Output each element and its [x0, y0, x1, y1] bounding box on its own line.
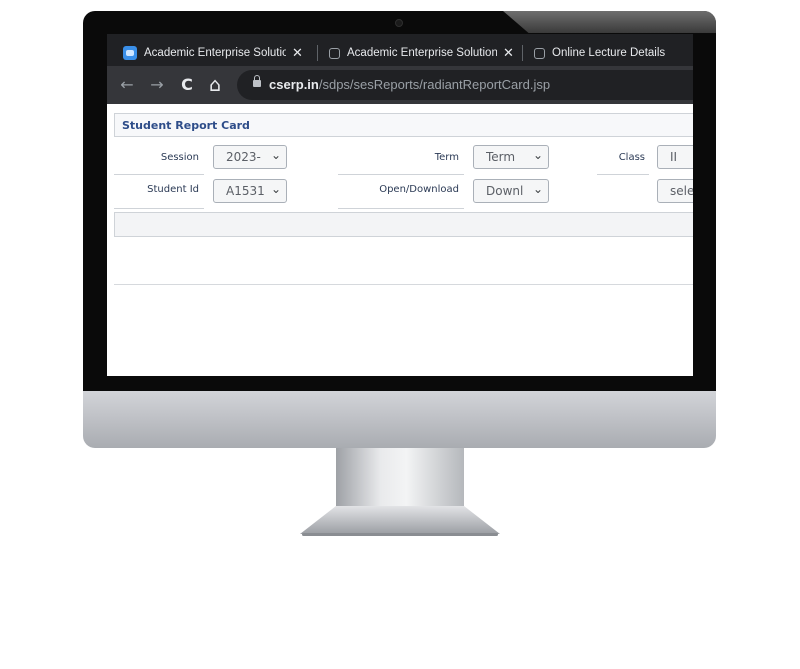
field-underline — [597, 174, 649, 175]
url-host: cserp.in — [269, 77, 319, 92]
stand-neck — [336, 448, 464, 508]
chevron-down-icon: ⌄ — [532, 148, 543, 162]
close-icon[interactable]: ✕ — [503, 45, 514, 61]
section-value: sele — [670, 184, 693, 198]
chevron-down-icon: ⌄ — [270, 182, 281, 196]
url-path: /sdps/sesReports/radiantReportCard.jsp — [318, 77, 551, 92]
bezel-reflection — [503, 11, 716, 33]
term-value: Term — [486, 150, 516, 164]
session-label: Session — [160, 152, 199, 163]
browser-toolbar: ← → C ⌂ cserp.in/sdps/sesReports/radiant… — [107, 66, 693, 104]
globe-icon — [534, 47, 545, 59]
section-select[interactable]: sele — [657, 179, 693, 203]
url-text: cserp.in/sdps/sesReports/radiantReportCa… — [269, 77, 550, 92]
stand-base-edge — [302, 533, 498, 536]
lock-icon — [253, 75, 261, 87]
tab-label: Academic Enterprise Solution — [347, 47, 497, 59]
term-select[interactable]: Term ⌄ — [473, 145, 549, 169]
content-divider — [114, 284, 693, 285]
camera-icon — [395, 19, 403, 27]
session-value: 2023- — [226, 150, 261, 164]
student-id-select[interactable]: A1531 ⌄ — [213, 179, 287, 203]
monitor-bezel: Academic Enterprise Solution ✕ Academic … — [83, 11, 716, 391]
tab-separator — [522, 45, 523, 61]
tab-label: Academic Enterprise Solution — [144, 47, 286, 59]
app-favicon-icon — [123, 46, 137, 60]
tab-separator — [317, 45, 318, 61]
open-download-select[interactable]: Downl ⌄ — [473, 179, 549, 203]
open-download-value: Downl — [486, 184, 524, 198]
report-card-page: Student Report Card Session 2023- ⌄ Term… — [107, 104, 693, 376]
forward-button[interactable]: → — [147, 75, 167, 95]
back-button[interactable]: ← — [117, 75, 137, 95]
close-icon[interactable]: ✕ — [292, 45, 303, 61]
field-underline — [338, 208, 464, 209]
reload-button[interactable]: C — [177, 75, 197, 95]
page-title: Student Report Card — [122, 119, 250, 132]
address-bar[interactable]: cserp.in/sdps/sesReports/radiantReportCa… — [237, 70, 693, 100]
class-select[interactable]: II — [657, 145, 693, 169]
tab-online-lecture[interactable]: Online Lecture Details — [534, 41, 693, 65]
student-id-value: A1531 — [226, 184, 265, 198]
class-value: II — [670, 150, 678, 164]
class-label: Class — [618, 152, 645, 163]
open-download-label: Open/Download — [379, 184, 459, 195]
monitor-stand — [300, 448, 500, 538]
tab-strip: Academic Enterprise Solution ✕ Academic … — [107, 34, 693, 66]
results-bar — [114, 212, 693, 237]
home-button[interactable]: ⌂ — [205, 75, 225, 95]
term-label: Term — [434, 152, 459, 163]
panel-header: Student Report Card — [114, 113, 693, 137]
stand-base — [300, 506, 500, 534]
session-select[interactable]: 2023- ⌄ — [213, 145, 287, 169]
student-id-label: Student Id — [147, 184, 199, 195]
tab-academic-1[interactable]: Academic Enterprise Solution ✕ — [123, 41, 311, 65]
chevron-down-icon: ⌄ — [270, 148, 281, 162]
monitor: Academic Enterprise Solution ✕ Academic … — [83, 11, 716, 448]
monitor-chin — [83, 391, 716, 448]
globe-icon — [329, 47, 340, 59]
browser-window: Academic Enterprise Solution ✕ Academic … — [107, 34, 693, 376]
tab-academic-2[interactable]: Academic Enterprise Solution ✕ — [329, 41, 517, 65]
field-underline — [338, 174, 464, 175]
chevron-down-icon: ⌄ — [532, 182, 543, 196]
field-underline — [114, 174, 204, 175]
tab-label: Online Lecture Details — [552, 47, 666, 59]
field-underline — [114, 208, 204, 209]
